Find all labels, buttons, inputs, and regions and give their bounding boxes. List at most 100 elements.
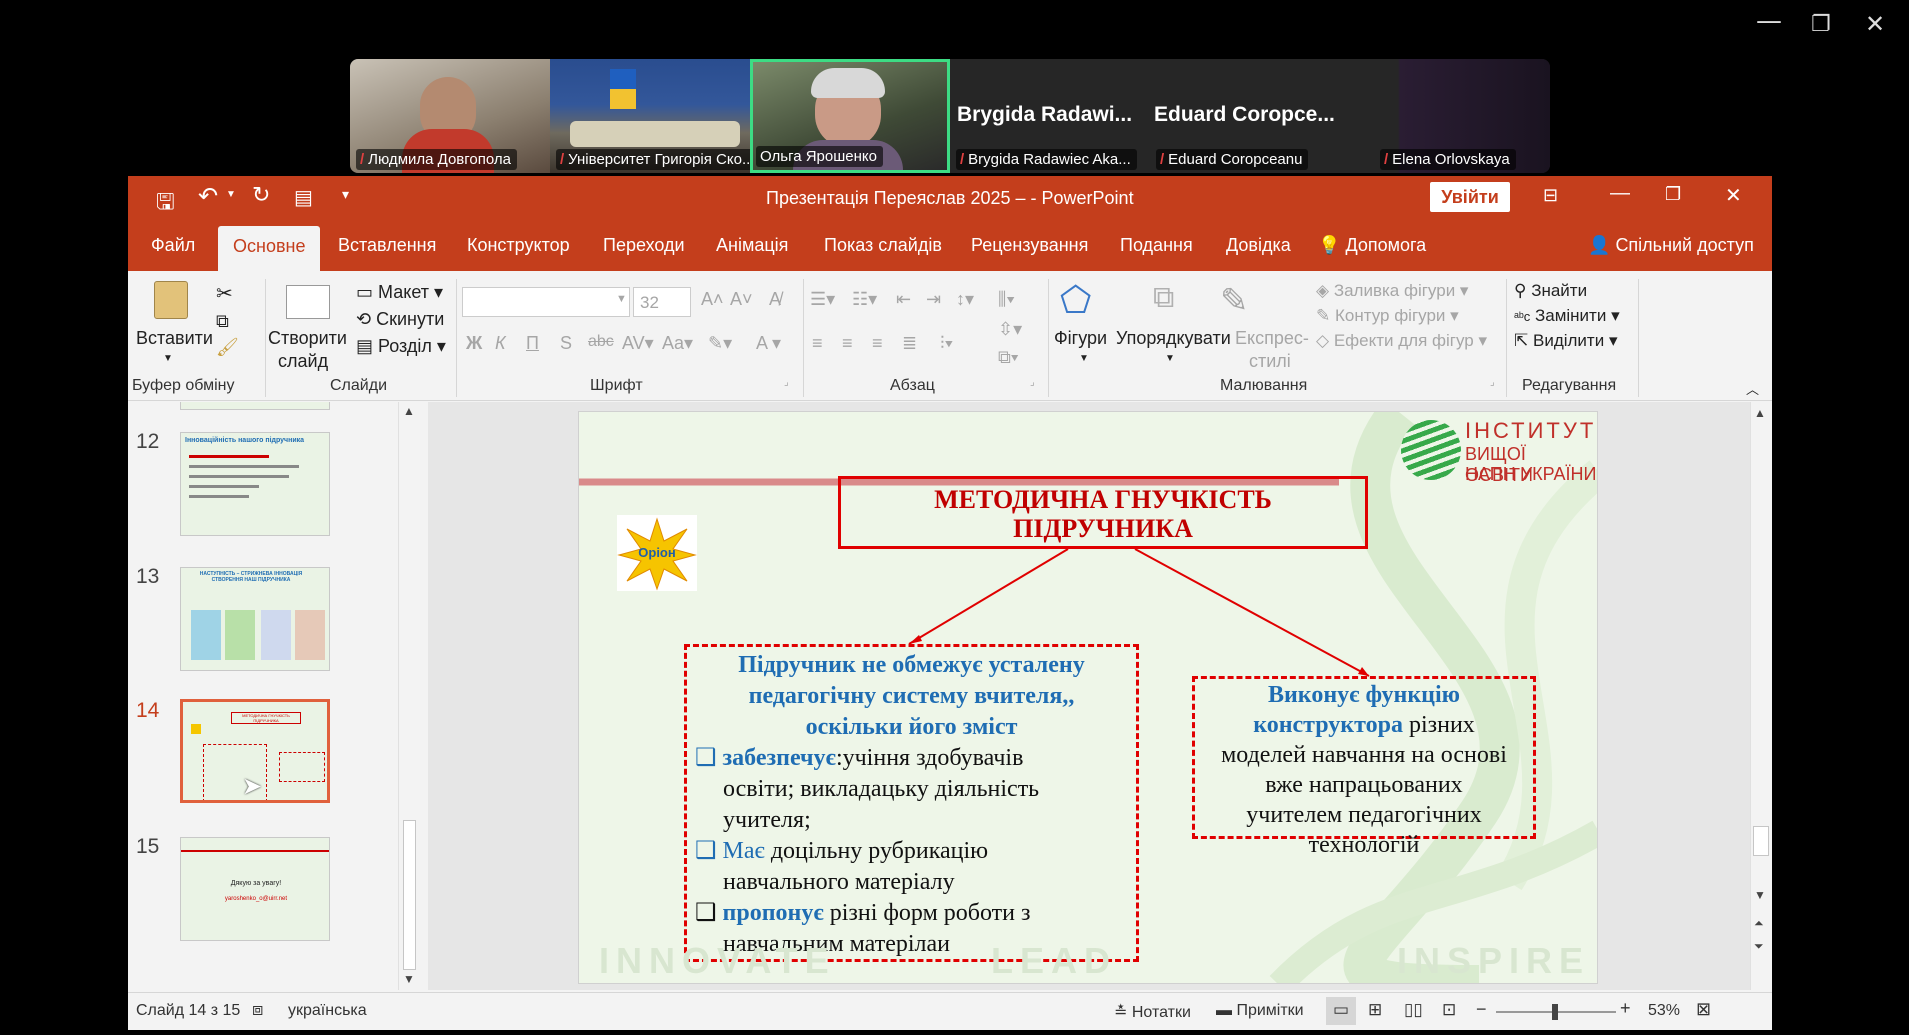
align-left-icon[interactable]: ≡ — [812, 333, 823, 354]
font-size-combobox[interactable]: 32 — [633, 287, 691, 317]
bullets-icon[interactable]: ☰▾ — [810, 289, 835, 310]
accessibility-icon[interactable]: ⧈ — [252, 999, 263, 1020]
minimize-icon[interactable]: — — [1756, 6, 1782, 36]
redo-icon[interactable]: ↻ — [252, 182, 270, 208]
slide-title-box[interactable]: МЕТОДИЧНА ГНУЧКІСТЬ ПІДРУЧНИКА — [838, 476, 1368, 549]
justify-icon[interactable]: ≣ — [902, 333, 917, 354]
align-center-icon[interactable]: ≡ — [842, 333, 853, 354]
reading-view-icon[interactable]: ▯▯ — [1404, 1000, 1423, 1020]
tab-help[interactable]: Довідка — [1226, 235, 1291, 256]
shape-outline-button[interactable]: ✎ Контур фігури ▾ — [1316, 306, 1459, 326]
tab-animations[interactable]: Анімація — [716, 235, 788, 256]
restore-icon[interactable]: ❐ — [1665, 184, 1681, 205]
language-indicator[interactable]: українська — [288, 1002, 367, 1020]
find-button[interactable]: ⚲ Знайти — [1514, 281, 1587, 301]
ribbon-display-icon[interactable]: ⊟ — [1543, 185, 1558, 206]
close-icon[interactable]: ✕ — [1865, 10, 1885, 38]
present-icon[interactable]: ▤ — [294, 185, 313, 210]
close-icon[interactable]: ✕ — [1725, 183, 1742, 208]
scroll-down-icon[interactable]: ▼ — [403, 972, 415, 986]
right-content-box[interactable]: Виконує функцію конструктора різних моде… — [1192, 676, 1536, 858]
font-color-icon[interactable]: A ▾ — [756, 333, 781, 354]
zoom-in-icon[interactable]: + — [1620, 998, 1631, 1019]
quick-styles-button[interactable]: Експрес- — [1235, 328, 1309, 349]
participant-tile[interactable]: Brygida Radawi... / Brygida Radawiec Aka.… — [950, 59, 1150, 173]
smartart-icon[interactable]: ⧉▾ — [998, 347, 1018, 368]
underline-button[interactable]: П — [526, 333, 539, 354]
columns-icon[interactable]: ⫼▾ — [998, 289, 1015, 310]
highlight-icon[interactable]: ✎▾ — [708, 333, 732, 354]
tab-slideshow[interactable]: Показ слайдів — [824, 235, 942, 256]
scroll-down-icon[interactable]: ▼ — [1754, 888, 1766, 902]
replace-button[interactable]: ᵃᵇc Замінити ▾ — [1514, 306, 1620, 326]
format-painter-icon[interactable]: 🖌 — [216, 337, 239, 358]
change-case-icon[interactable]: Aa▾ — [662, 333, 693, 354]
tab-transitions[interactable]: Переходи — [603, 235, 685, 256]
slide-sorter-icon[interactable]: ⊞ — [1368, 1000, 1382, 1020]
participant-tile[interactable]: / Elena Orlovskaya — [1350, 59, 1550, 173]
shrink-font-icon[interactable]: A˅ — [730, 289, 753, 310]
slideshow-icon[interactable]: ⊡ — [1442, 1000, 1456, 1020]
chevron-down-icon[interactable]: ▼ — [226, 189, 236, 200]
dialog-launcher-icon[interactable]: ⌟ — [1030, 377, 1035, 388]
new-slide-button[interactable]: Створити — [268, 328, 347, 349]
grow-font-icon[interactable]: A˄ — [701, 289, 724, 310]
layout-button[interactable]: ▭ Макет ▾ — [356, 282, 443, 303]
comments-button[interactable]: ▬ Примітки — [1216, 1002, 1304, 1020]
tab-file[interactable]: Файл — [151, 235, 195, 256]
arrange-button[interactable]: Упорядкувати — [1116, 328, 1231, 349]
arrange-icon[interactable]: ⧉ — [1153, 281, 1174, 315]
chevron-down-icon[interactable]: ▼ — [1079, 353, 1089, 364]
chevron-down-icon[interactable]: ▼ — [1165, 353, 1175, 364]
scroll-up-icon[interactable]: ▲ — [1754, 406, 1766, 420]
thumbnails-scrollbar[interactable]: ▲ ▼ — [398, 402, 420, 990]
align-right-icon[interactable]: ≡ — [872, 333, 883, 354]
clear-format-icon[interactable]: A̸ — [769, 289, 781, 310]
previous-slide-icon[interactable]: ⏶ — [1754, 916, 1764, 931]
quick-styles-icon[interactable]: ✎ — [1220, 281, 1249, 321]
next-slide-icon[interactable]: ⏷ — [1754, 939, 1764, 954]
align-text-icon[interactable]: ⇳▾ — [998, 319, 1022, 340]
new-slide-icon[interactable] — [286, 285, 330, 319]
increase-indent-icon[interactable]: ⇥ — [926, 289, 941, 310]
slide-canvas[interactable]: ІНСТИТУТ ВИЩОЇ ОСВІТИ НАПН УКРАЇНИ Оріон… — [578, 411, 1598, 984]
tab-view[interactable]: Подання — [1120, 235, 1193, 256]
copy-icon[interactable]: ⧉ — [216, 311, 229, 332]
chevron-down-icon[interactable]: ▼ — [163, 353, 173, 364]
participant-tile[interactable]: Eduard Coropce... / Eduard Coropceanu — [1150, 59, 1350, 173]
chevron-down-icon[interactable]: ▼ — [616, 293, 627, 305]
tab-design[interactable]: Конструктор — [467, 235, 570, 256]
text-direction-icon[interactable]: ⫶▾ — [940, 333, 953, 354]
shape-effects-button[interactable]: ◇ Ефекти для фігур ▾ — [1316, 331, 1487, 351]
shapes-button[interactable]: Фігури — [1054, 328, 1107, 349]
left-content-box[interactable]: Підручник не обмежує усталену педагогічн… — [684, 644, 1139, 962]
zoom-out-icon[interactable]: − — [1476, 999, 1487, 1020]
dialog-launcher-icon[interactable]: ⌟ — [1490, 377, 1495, 388]
dialog-launcher-icon[interactable]: ⌟ — [784, 377, 789, 388]
paste-icon[interactable] — [154, 281, 188, 319]
share-button[interactable]: 👤 Спільний доступ — [1588, 235, 1754, 256]
customize-toolbar-icon[interactable]: ▾ — [342, 186, 349, 203]
bold-button[interactable]: Ж — [466, 333, 482, 354]
participant-tile[interactable]: / Людмила Довгопола — [350, 59, 550, 173]
participant-tile[interactable]: / Університет Григорія Ско... — [550, 59, 750, 173]
shadow-button[interactable]: S — [560, 333, 572, 354]
signin-button[interactable]: Увійти — [1430, 182, 1510, 212]
tab-home[interactable]: Основне — [218, 226, 321, 271]
notes-button[interactable]: ≛ Нотатки — [1114, 1002, 1191, 1022]
select-button[interactable]: ⇱ Виділити ▾ — [1514, 331, 1617, 351]
slide-thumbnail-partial[interactable] — [180, 402, 330, 410]
section-button[interactable]: ▤ Розділ ▾ — [356, 336, 446, 357]
restore-icon[interactable]: ❐ — [1811, 12, 1831, 37]
tab-review[interactable]: Рецензування — [971, 235, 1088, 256]
strikethrough-icon[interactable]: abc — [588, 333, 614, 351]
paste-button[interactable]: Вставити — [136, 328, 213, 349]
slide-thumbnail-13[interactable]: НАСТУПНІСТЬ – СТРИЖНЕВА ІННОВАЦІЯ СТВОРЕ… — [180, 567, 330, 671]
new-slide-button-label[interactable]: слайд — [278, 351, 328, 372]
quick-styles-label[interactable]: стилі — [1249, 351, 1291, 372]
scroll-thumb[interactable] — [403, 820, 416, 970]
zoom-level[interactable]: 53% — [1648, 1002, 1680, 1020]
collapse-ribbon-icon[interactable]: ︿ — [1746, 379, 1759, 398]
slide-thumbnail-15[interactable]: Дякую за увагу! yaroshenko_o@uirr.net — [180, 837, 330, 941]
line-spacing-icon[interactable]: ↕▾ — [956, 289, 974, 310]
